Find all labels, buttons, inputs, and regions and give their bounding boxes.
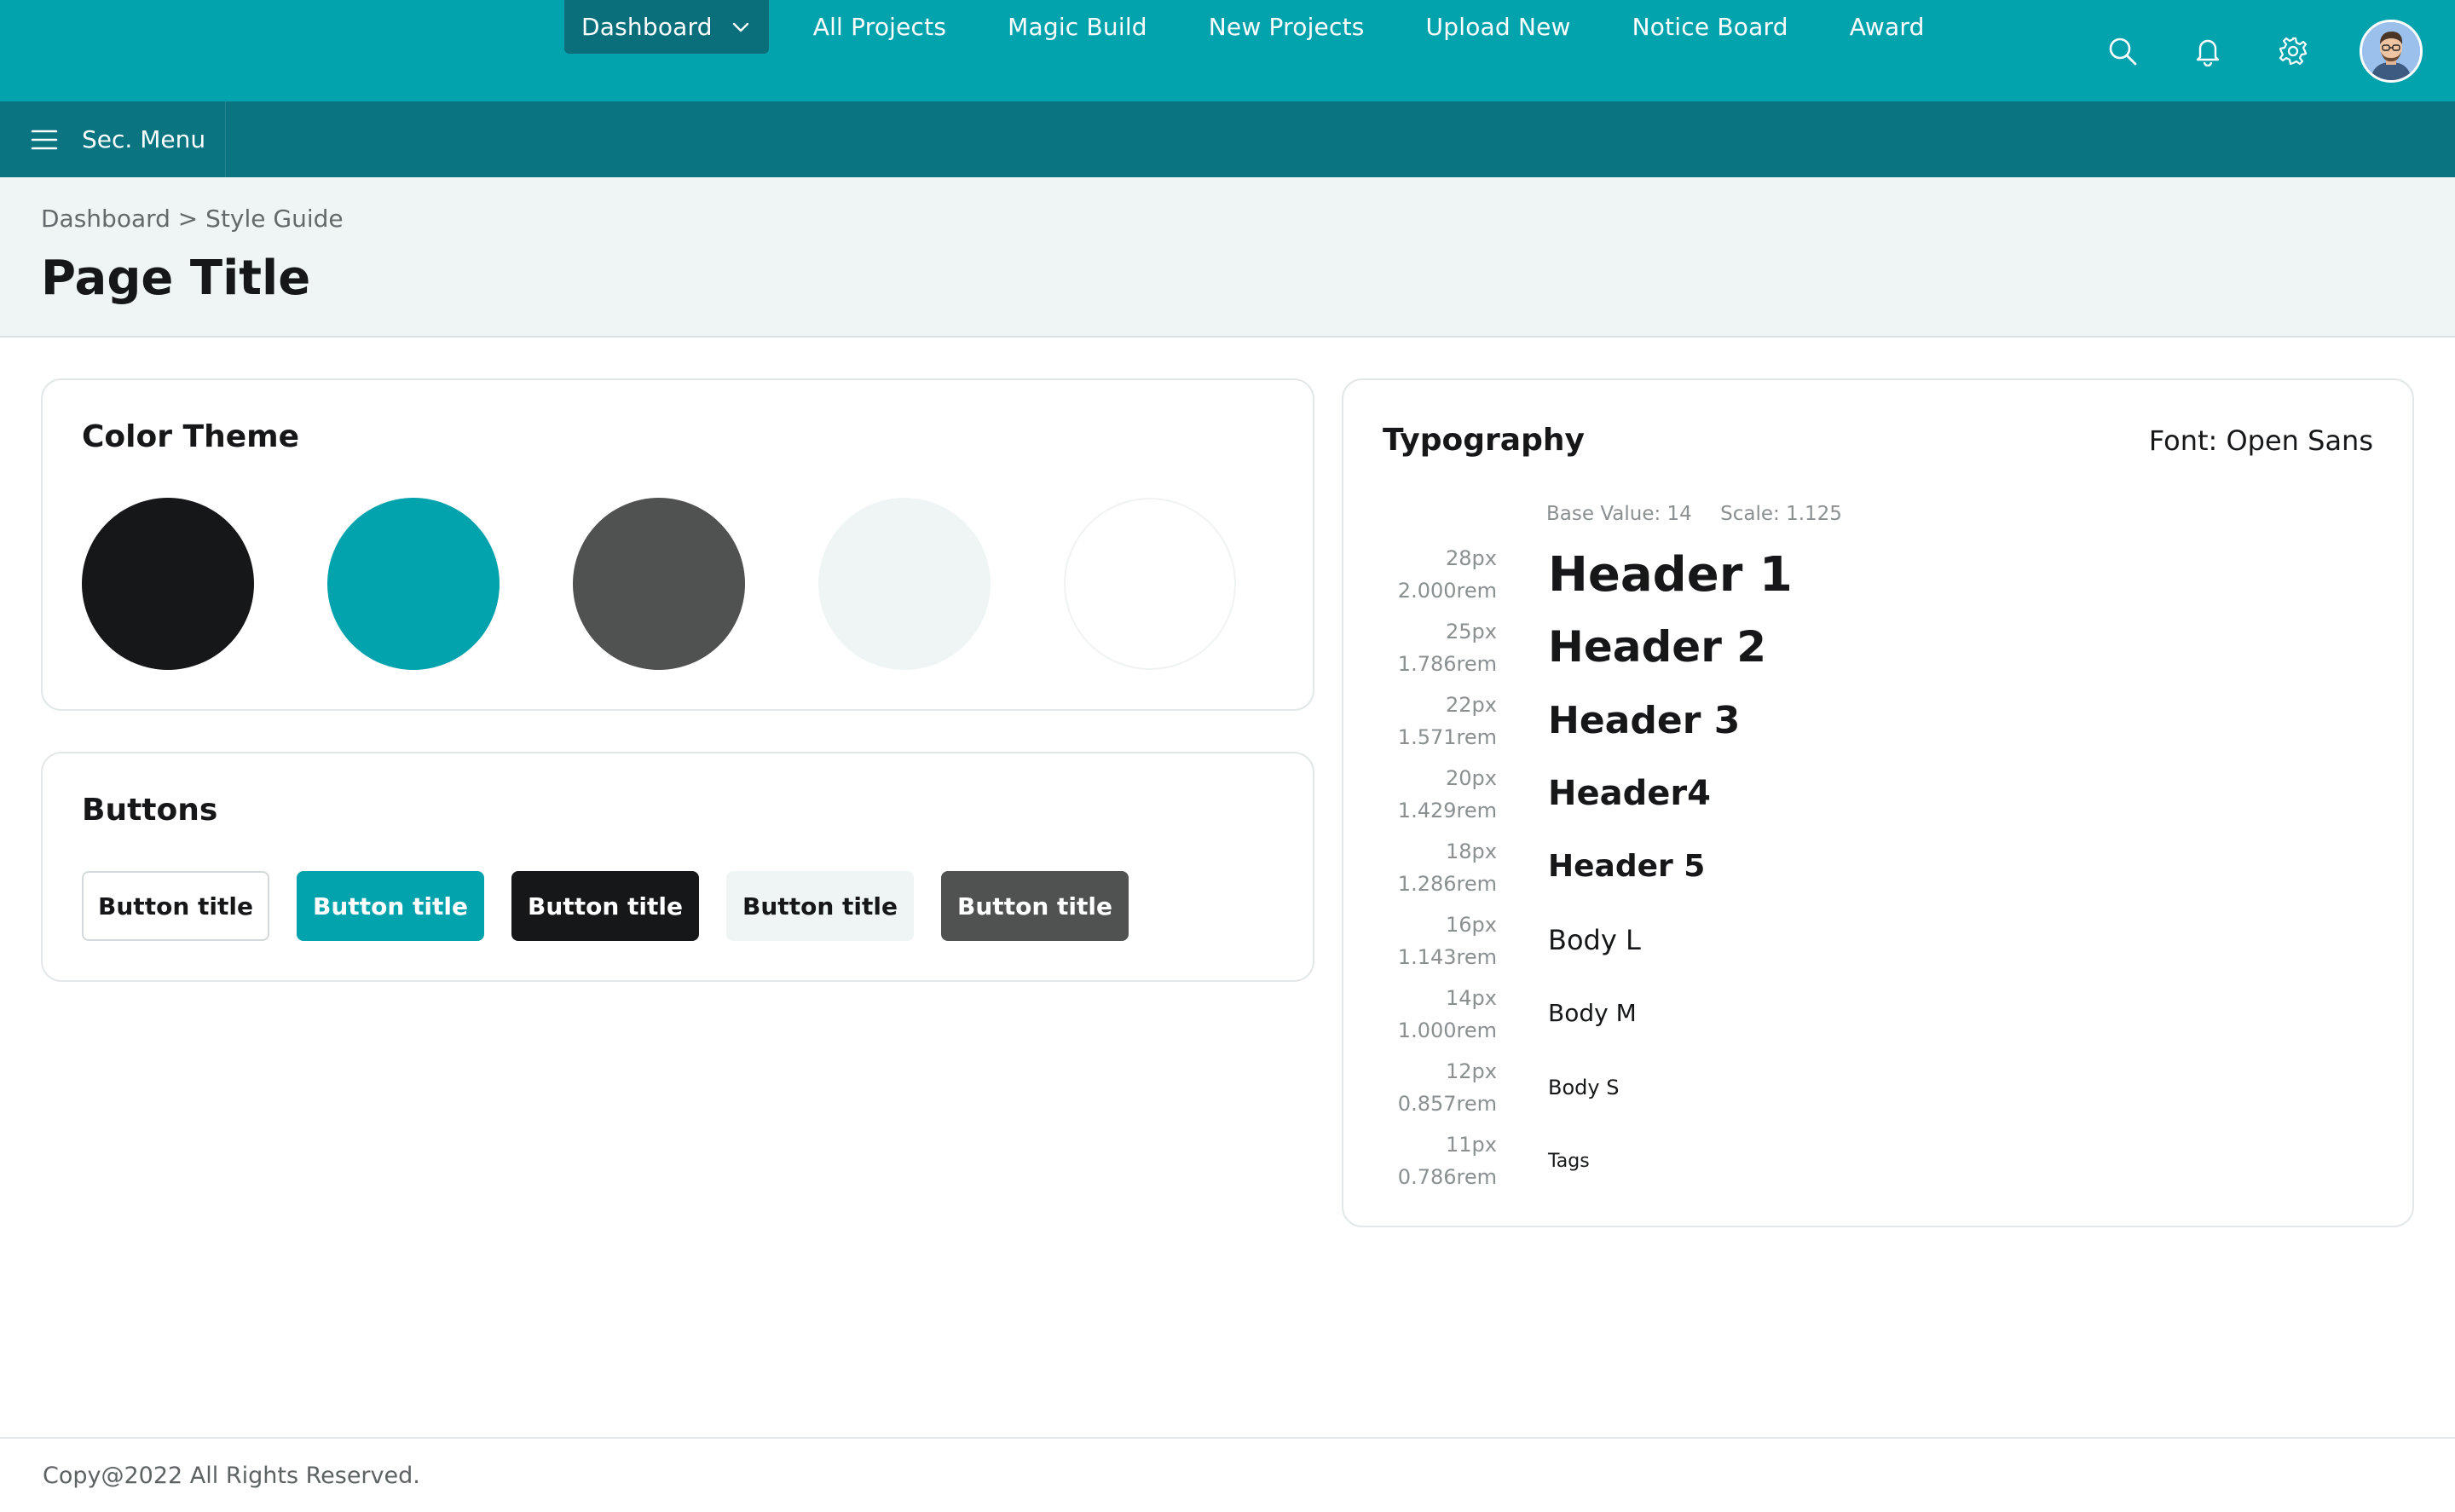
secondary-bar: Sec. Menu	[0, 101, 2455, 177]
color-swatches	[82, 498, 1309, 670]
type-row-body-m: 14px 1.000rem Body M	[1343, 982, 2416, 1055]
button-samples: Button title Button title Button title B…	[82, 871, 1156, 941]
footer: Copy@2022 All Rights Reserved.	[0, 1437, 2455, 1512]
nav-item-all-projects[interactable]: All Projects	[783, 0, 977, 54]
page-title: Page Title	[41, 251, 311, 306]
nav-item-label: Dashboard	[581, 13, 713, 41]
breadcrumb[interactable]: Dashboard > Style Guide	[41, 205, 344, 233]
type-sample-header-2: Header 2	[1548, 622, 1767, 672]
secondary-menu-label: Sec. Menu	[82, 125, 206, 153]
type-row-header-3: 22px 1.571rem Header 3	[1343, 689, 2416, 762]
top-actions	[2054, 19, 2423, 84]
type-size: 25px 1.786rem	[1397, 620, 1497, 676]
bell-icon[interactable]	[2191, 34, 2225, 68]
color-theme-card: Color Theme	[41, 378, 1314, 711]
type-size: 12px 0.857rem	[1397, 1059, 1497, 1116]
page-header: Dashboard > Style Guide Page Title	[0, 177, 2455, 338]
type-size: 16px 1.143rem	[1397, 913, 1497, 969]
type-sample-header-3: Header 3	[1548, 699, 1741, 742]
type-row-header-5: 18px 1.286rem Header 5	[1343, 835, 2416, 909]
nav-item-award[interactable]: Award	[1819, 0, 1955, 54]
gear-icon[interactable]	[2276, 34, 2310, 68]
type-sample-header-4: Header4	[1548, 774, 1711, 813]
buttons-card: Buttons Button title Button title Button…	[41, 752, 1314, 982]
font-label: Font: Open Sans	[2148, 424, 2373, 457]
chevron-down-icon	[731, 18, 750, 37]
type-sample-body-s: Body S	[1548, 1076, 1620, 1099]
type-row-header-1: 28px 2.000rem Header 1	[1343, 542, 2416, 615]
color-swatch	[82, 498, 254, 670]
type-size: 22px 1.571rem	[1397, 693, 1497, 749]
type-sample-header-1: Header 1	[1548, 547, 1793, 603]
copyright-text: Copy@2022 All Rights Reserved.	[43, 1463, 420, 1489]
type-size: 20px 1.429rem	[1397, 766, 1497, 822]
type-size: 11px 0.786rem	[1397, 1133, 1497, 1189]
avatar[interactable]	[2360, 20, 2423, 83]
nav-item-dashboard[interactable]: Dashboard	[564, 0, 769, 54]
type-sample-tags: Tags	[1548, 1151, 1590, 1172]
type-scale-meta: Base Value: 14 Scale: 1.125	[1546, 503, 1864, 525]
nav-item-new-projects[interactable]: New Projects	[1178, 0, 1395, 54]
type-size: 14px 1.000rem	[1397, 986, 1497, 1042]
secondary-menu-button[interactable]: Sec. Menu	[0, 101, 226, 177]
top-navigation-bar: Dashboard All Projects Magic Build New P…	[0, 0, 2455, 101]
color-theme-title: Color Theme	[82, 419, 300, 454]
type-sample-body-m: Body M	[1548, 999, 1637, 1027]
type-row-body-l: 16px 1.143rem Body L	[1343, 909, 2416, 982]
nav-item-notice-board[interactable]: Notice Board	[1602, 0, 1819, 54]
base-value: Base Value: 14	[1546, 503, 1692, 525]
type-row-header-2: 25px 1.786rem Header 2	[1343, 615, 2416, 689]
type-row-header-4: 20px 1.429rem Header4	[1343, 762, 2416, 835]
type-sample-header-5: Header 5	[1548, 849, 1706, 884]
color-swatch	[573, 498, 745, 670]
main-nav: Dashboard All Projects Magic Build New P…	[564, 0, 1955, 54]
typography-card: Typography Font: Open Sans Base Value: 1…	[1342, 378, 2414, 1227]
button-light[interactable]: Button title	[726, 871, 914, 941]
search-icon[interactable]	[2106, 34, 2140, 68]
type-sample-body-l: Body L	[1548, 924, 1641, 956]
buttons-title: Buttons	[82, 793, 218, 828]
nav-item-magic-build[interactable]: Magic Build	[977, 0, 1178, 54]
button-dark[interactable]: Button title	[511, 871, 699, 941]
type-size: 18px 1.286rem	[1397, 840, 1497, 896]
type-size: 28px 2.000rem	[1397, 546, 1497, 603]
button-outline[interactable]: Button title	[82, 871, 269, 941]
color-swatch	[1064, 498, 1236, 670]
typography-title: Typography	[1383, 423, 1585, 458]
nav-item-upload-new[interactable]: Upload New	[1395, 0, 1602, 54]
color-swatch	[327, 498, 500, 670]
type-row-tags: 11px 0.786rem Tags	[1343, 1128, 2416, 1202]
button-primary[interactable]: Button title	[297, 871, 484, 941]
type-row-body-s: 12px 0.857rem Body S	[1343, 1055, 2416, 1128]
hamburger-icon	[31, 128, 58, 152]
button-grey[interactable]: Button title	[941, 871, 1129, 941]
color-swatch	[818, 498, 991, 670]
scale-value: Scale: 1.125	[1720, 503, 1842, 525]
